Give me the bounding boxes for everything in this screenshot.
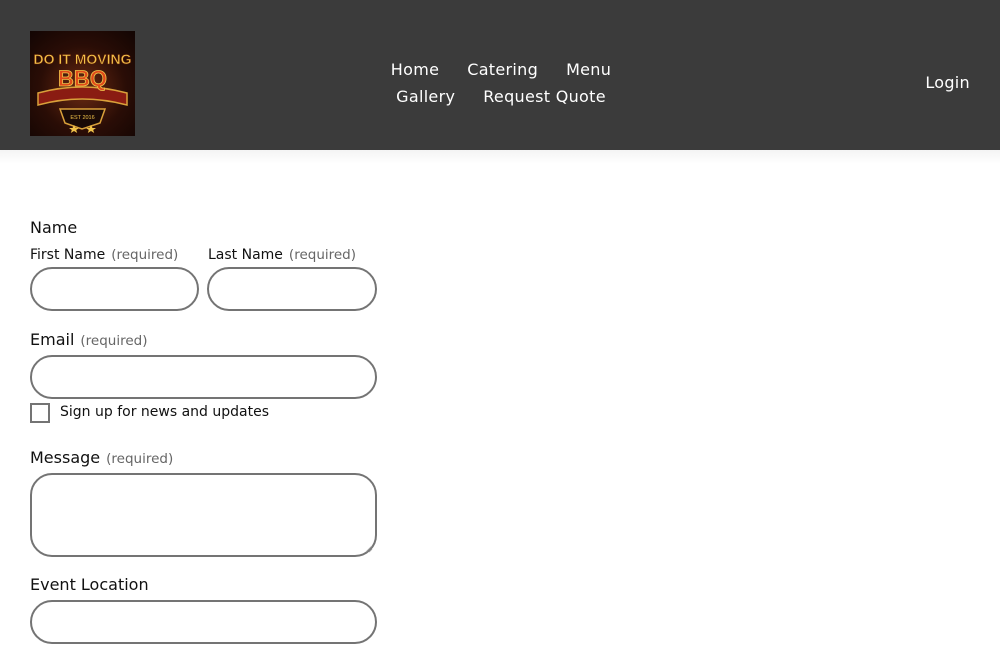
logo-est-text: EST 2016 [70, 115, 94, 121]
logo-bbq-text: BBQ [58, 66, 107, 91]
email-label: Email (required) [30, 330, 148, 349]
required-marker: (required) [111, 247, 179, 263]
newsletter-checkbox[interactable] [30, 403, 50, 423]
message-label: Message (required) [30, 448, 173, 467]
event-location-label: Event Location [30, 575, 149, 594]
nav-item-home[interactable]: Home [391, 60, 439, 79]
main-navigation: Home Catering Menu Gallery Request Quote [350, 56, 652, 110]
login-link[interactable]: Login [925, 73, 970, 92]
required-marker: (required) [80, 333, 148, 349]
message-label-text: Message [30, 448, 101, 467]
last-name-input[interactable] [207, 267, 377, 311]
name-legend: Name [30, 218, 78, 237]
first-name-label-text: First Name [30, 247, 106, 263]
first-name-label: First Name (required) [30, 247, 178, 263]
brand-logo[interactable]: DO IT MOVING BBQ EST 2016 [30, 31, 135, 136]
nav-item-request-quote[interactable]: Request Quote [483, 87, 606, 106]
newsletter-label[interactable]: Sign up for news and updates [60, 404, 269, 420]
logo-emblem-icon: DO IT MOVING BBQ EST 2016 [33, 51, 132, 133]
message-textarea[interactable] [30, 473, 377, 557]
email-label-text: Email [30, 330, 75, 349]
nav-item-catering[interactable]: Catering [467, 60, 538, 79]
header-shadow [0, 150, 1000, 164]
last-name-label: Last Name (required) [208, 247, 356, 263]
required-marker: (required) [106, 451, 174, 467]
logo-title-text: DO IT MOVING [34, 51, 132, 67]
resize-handle-icon[interactable] [365, 545, 373, 553]
event-location-input[interactable] [30, 600, 377, 644]
email-input[interactable] [30, 355, 377, 399]
first-name-input[interactable] [30, 267, 199, 311]
nav-item-menu[interactable]: Menu [566, 60, 611, 79]
nav-item-gallery[interactable]: Gallery [396, 87, 455, 106]
required-marker: (required) [288, 247, 357, 263]
last-name-label-text: Last Name [208, 247, 283, 263]
site-header: DO IT MOVING BBQ EST 2016 Home Catering Me… [0, 0, 1000, 150]
